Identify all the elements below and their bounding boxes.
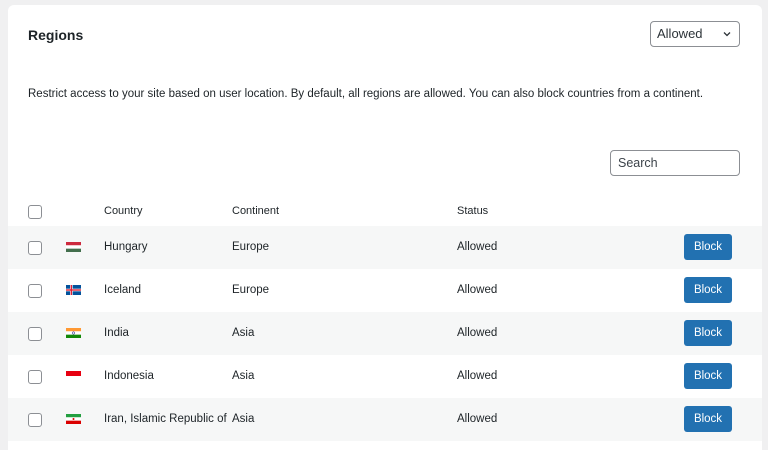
status-filter-value: Allowed (657, 26, 703, 41)
description-text: Restrict access to your site based on us… (28, 88, 704, 100)
india-flag-icon (66, 328, 81, 338)
table-row: Hungary Europe Allowed Block (8, 226, 762, 269)
row-checkbox[interactable] (28, 327, 42, 341)
table-row: Iran, Islamic Republic of Asia Allowed B… (8, 398, 762, 441)
select-all-checkbox[interactable] (28, 205, 42, 219)
column-header-country: Country (104, 205, 143, 217)
country-cell: Indonesia (104, 370, 154, 382)
row-checkbox[interactable] (28, 413, 42, 427)
block-button[interactable]: Block (684, 277, 732, 303)
hungary-flag-icon (66, 242, 81, 252)
status-cell: Allowed (457, 284, 498, 296)
table-header: Country Continent Status (8, 199, 762, 225)
column-header-continent: Continent (232, 205, 280, 217)
row-checkbox[interactable] (28, 241, 42, 255)
search-input[interactable] (610, 150, 740, 176)
row-checkbox[interactable] (28, 370, 42, 384)
page-title: Regions (28, 27, 84, 43)
continent-cell: Asia (232, 370, 255, 382)
status-cell: Allowed (457, 327, 498, 339)
block-button[interactable]: Block (684, 406, 732, 432)
iceland-flag-icon (66, 285, 81, 295)
iran-flag-icon (66, 414, 81, 424)
table-row: Indonesia Asia Allowed Block (8, 355, 762, 398)
country-cell: Iran, Islamic Republic of (104, 413, 227, 425)
row-checkbox[interactable] (28, 284, 42, 298)
block-button[interactable]: Block (684, 320, 732, 346)
continent-cell: Asia (232, 413, 255, 425)
status-filter-select[interactable]: Allowed (650, 21, 740, 47)
table-row: Iceland Europe Allowed Block (8, 269, 762, 312)
block-button[interactable]: Block (684, 363, 732, 389)
indonesia-flag-icon (66, 371, 81, 381)
table-row: India Asia Allowed Block (8, 312, 762, 355)
chevron-down-icon (723, 32, 731, 37)
continent-cell: Europe (232, 284, 270, 296)
status-cell: Allowed (457, 370, 498, 382)
continent-cell: Asia (232, 327, 255, 339)
continent-cell: Europe (232, 241, 270, 253)
country-cell: Iceland (104, 284, 142, 296)
column-header-status: Status (457, 205, 489, 217)
block-button[interactable]: Block (684, 234, 732, 260)
regions-panel: Regions Allowed Restrict access to your … (8, 5, 762, 450)
country-cell: India (104, 327, 129, 339)
country-cell: Hungary (104, 241, 148, 253)
status-cell: Allowed (457, 241, 498, 253)
status-cell: Allowed (457, 413, 498, 425)
